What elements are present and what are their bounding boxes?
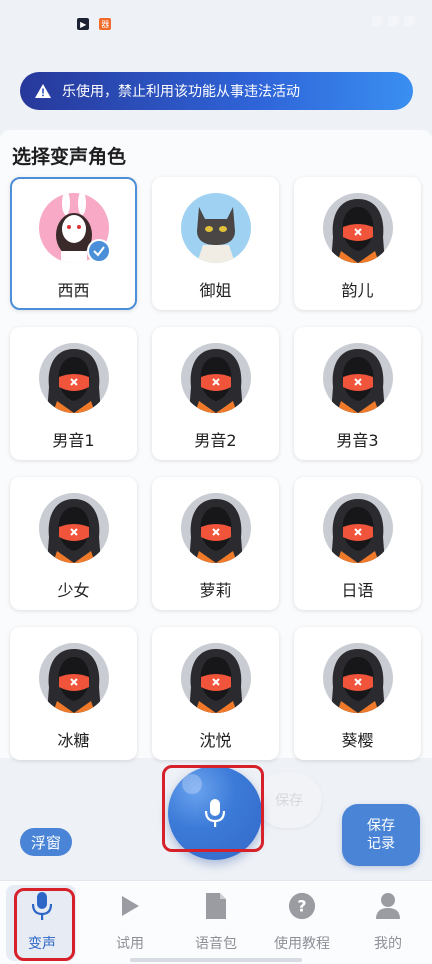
hooded-masked-figure-avatar bbox=[322, 193, 393, 263]
play-icon bbox=[116, 891, 144, 921]
hooded-masked-figure-avatar bbox=[180, 493, 251, 563]
hooded-masked-figure-avatar bbox=[322, 343, 393, 413]
warning-icon bbox=[35, 84, 51, 98]
record-mic-button[interactable] bbox=[168, 766, 262, 860]
voice-grid: 西西 御姐 韵儿男音1 男音2 男音3 少女 萝莉 日语冰糖 沈悦 葵樱 bbox=[10, 177, 422, 760]
hooded-masked-figure-avatar bbox=[38, 493, 109, 563]
voice-card[interactable]: 韵儿 bbox=[294, 177, 421, 310]
voice-card[interactable]: 日语 bbox=[294, 477, 421, 610]
nav-label: 变声 bbox=[28, 936, 56, 952]
hooded-masked-figure-avatar bbox=[38, 343, 109, 413]
float-window-button[interactable]: 浮窗 bbox=[20, 828, 72, 856]
voice-name: 冰糖 bbox=[57, 731, 90, 750]
voice-selection-panel: 选择变声角色 西西 御姐 韵儿男音1 男音2 男音3 少女 萝莉 日语冰糖 沈悦 葵樱 bbox=[0, 130, 432, 760]
nav-item[interactable]: 语音包 bbox=[176, 891, 256, 957]
video-app-icon: ▶ bbox=[77, 18, 90, 30]
voice-card[interactable]: 沈悦 bbox=[152, 627, 279, 760]
voice-name: 沈悦 bbox=[199, 731, 232, 750]
voice-card[interactable]: 少女 bbox=[10, 477, 137, 610]
voice-card[interactable]: 男音2 bbox=[152, 327, 279, 460]
voice-name: 男音3 bbox=[336, 431, 379, 450]
nav-label: 使用教程 bbox=[274, 936, 330, 952]
cat-head-man-avatar bbox=[180, 193, 251, 263]
voice-name: 御姐 bbox=[199, 281, 232, 300]
home-indicator bbox=[130, 958, 302, 962]
records-label-line1: 保存 bbox=[367, 818, 395, 834]
nav-label: 试用 bbox=[116, 936, 144, 952]
check-icon bbox=[87, 239, 111, 263]
voice-card[interactable]: 西西 bbox=[10, 177, 137, 310]
voice-name: 少女 bbox=[57, 581, 90, 600]
save-button[interactable]: 保存 bbox=[256, 772, 322, 828]
voice-name: 日语 bbox=[341, 581, 374, 600]
nav-item[interactable]: 变声 bbox=[2, 891, 82, 957]
save-records-button[interactable]: 保存 记录 bbox=[342, 804, 420, 866]
status-bar: 13:32 ▶ 器 bbox=[0, 0, 432, 48]
warning-banner: 乐使用，禁止利用该功能从事违法活动 bbox=[20, 72, 413, 110]
voice-card[interactable]: 男音1 bbox=[10, 327, 137, 460]
help-icon: ? bbox=[288, 891, 316, 921]
voice-name: 葵樱 bbox=[341, 731, 374, 750]
microphone-icon bbox=[204, 799, 226, 827]
nav-item[interactable]: 试用 bbox=[90, 891, 170, 957]
status-indicators bbox=[372, 16, 414, 26]
hooded-masked-figure-avatar bbox=[322, 643, 393, 713]
hooded-masked-figure-avatar bbox=[322, 493, 393, 563]
hooded-masked-figure-avatar bbox=[180, 643, 251, 713]
warning-text: 乐使用，禁止利用该功能从事违法活动 bbox=[62, 84, 300, 100]
panel-title: 选择变声角色 bbox=[12, 146, 127, 168]
records-label-line2: 记录 bbox=[367, 836, 395, 852]
voice-card[interactable]: 御姐 bbox=[152, 177, 279, 310]
voice-name: 男音1 bbox=[52, 431, 95, 450]
voice-card[interactable]: 萝莉 bbox=[152, 477, 279, 610]
voice-name: 男音2 bbox=[194, 431, 237, 450]
voice-name: 西西 bbox=[57, 281, 90, 300]
nav-item[interactable]: ? 使用教程 bbox=[262, 891, 342, 957]
status-time: 13:32 bbox=[24, 15, 68, 33]
microphone-icon bbox=[28, 891, 56, 921]
nav-item[interactable]: 我的 bbox=[348, 891, 428, 957]
person-icon bbox=[374, 891, 402, 921]
voice-card[interactable]: 冰糖 bbox=[10, 627, 137, 760]
hooded-masked-figure-avatar bbox=[180, 343, 251, 413]
voice-card[interactable]: 男音3 bbox=[294, 327, 421, 460]
voice-card[interactable]: 葵樱 bbox=[294, 627, 421, 760]
svg-text:?: ? bbox=[297, 897, 306, 916]
app-badge-icon: 器 bbox=[99, 18, 112, 30]
voice-name: 韵儿 bbox=[341, 281, 374, 300]
voice-name: 萝莉 bbox=[199, 581, 232, 600]
nav-label: 我的 bbox=[374, 936, 402, 952]
mic-gloss bbox=[182, 774, 202, 794]
nav-label: 语音包 bbox=[195, 936, 237, 952]
hooded-masked-figure-avatar bbox=[38, 643, 109, 713]
file-icon bbox=[202, 891, 230, 921]
bottom-nav: 变声 试用 语音包? 使用教程 我的 bbox=[0, 880, 432, 964]
